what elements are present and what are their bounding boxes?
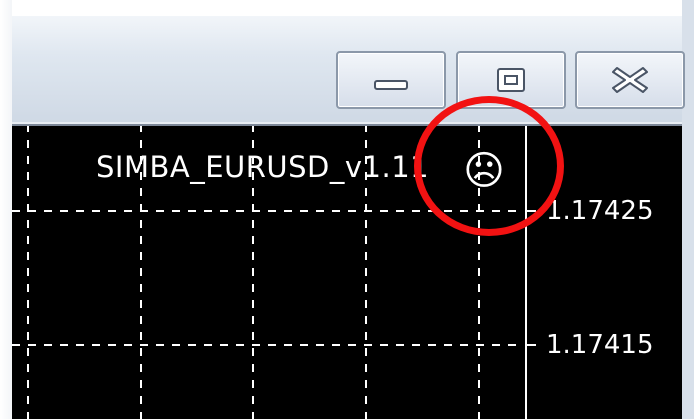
restore-icon (497, 68, 525, 92)
indicator-label: SIMBA_EURUSD_v1.11 (96, 150, 430, 184)
chart-window: SIMBA_EURUSD_v1.11 ☹ 1.17425 1.17415 (0, 0, 694, 419)
price-label: 1.17425 (546, 196, 654, 226)
window-left-border (0, 0, 12, 419)
minimize-button[interactable] (336, 51, 446, 109)
price-label: 1.17415 (546, 330, 654, 360)
minimize-icon (374, 80, 408, 90)
window-top-edge (0, 0, 694, 16)
restore-button[interactable] (456, 51, 566, 109)
close-icon (612, 67, 648, 93)
sad-face-icon: ☹ (463, 148, 505, 194)
close-button[interactable] (575, 51, 685, 109)
